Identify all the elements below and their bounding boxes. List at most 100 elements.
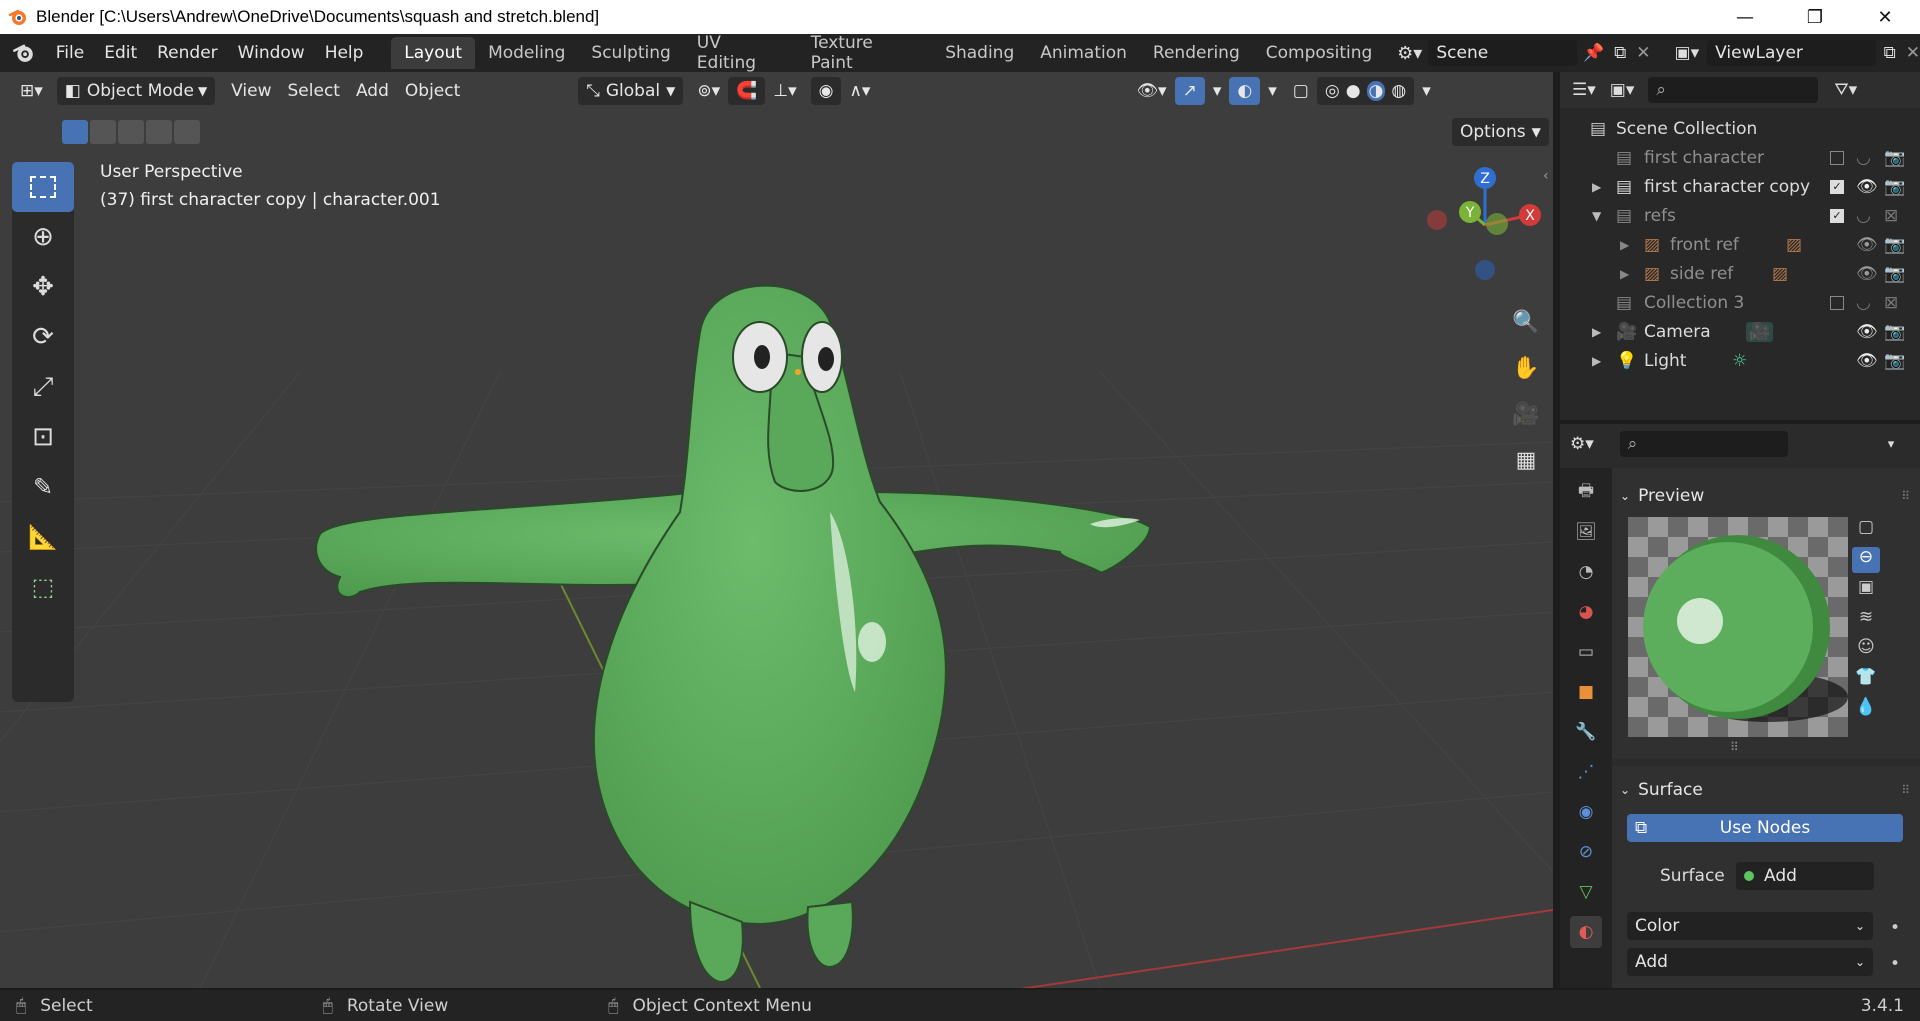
menu-window[interactable]: Window bbox=[228, 34, 315, 72]
navigation-gizmo[interactable]: Z X Y bbox=[1420, 160, 1550, 290]
view-layer-field[interactable]: ViewLayer bbox=[1707, 40, 1876, 66]
preview-flat-icon[interactable]: ▢ bbox=[1852, 517, 1880, 543]
render-camera-icon[interactable]: 📷 bbox=[1884, 351, 1905, 371]
output-properties-tab-icon[interactable]: 🖼 bbox=[1570, 516, 1602, 548]
editor-type-icon[interactable]: ⊞▾ bbox=[12, 77, 51, 105]
outliner-row-side-ref[interactable]: ▶ ▨ side ref ▨ 👁 📷 bbox=[1560, 259, 1920, 288]
menu-add[interactable]: Add bbox=[348, 77, 397, 105]
preview-resize-handle-icon[interactable]: ⠿ bbox=[1730, 740, 1739, 754]
menu-help[interactable]: Help bbox=[315, 34, 374, 72]
add-dropdown[interactable]: Add ⌄ bbox=[1627, 948, 1873, 976]
preview-monkey-icon[interactable]: ☺ bbox=[1852, 637, 1880, 663]
proportional-edit-icon[interactable]: ◉ bbox=[810, 77, 842, 105]
select-subtract-icon[interactable] bbox=[118, 120, 144, 144]
view-layer-icon[interactable]: ▣▾ bbox=[1675, 43, 1700, 63]
render-disabled-icon[interactable]: ⊠ bbox=[1884, 293, 1898, 313]
outliner-row-front-ref[interactable]: ▶ ▨ front ref ▨ 👁 📷 bbox=[1560, 230, 1920, 259]
rendered-shading-icon[interactable]: ◍ bbox=[1391, 81, 1406, 101]
particles-tab-icon[interactable]: ⋰ bbox=[1570, 756, 1602, 788]
eye-icon[interactable]: 👁 bbox=[1856, 322, 1878, 342]
render-camera-icon[interactable]: 📷 bbox=[1884, 148, 1905, 168]
object-mode-dropdown[interactable]: ◧ Object Mode ▼ bbox=[56, 77, 216, 105]
scene-selector-icon[interactable]: ⚙▾ bbox=[1397, 43, 1422, 64]
select-new-icon[interactable] bbox=[62, 120, 88, 144]
drag-handle-icon[interactable]: ⠿ bbox=[1901, 489, 1910, 503]
view-layer-tab-icon[interactable]: ◔ bbox=[1570, 556, 1602, 588]
properties-editor-type-icon[interactable]: ⚙▾ bbox=[1570, 434, 1594, 454]
annotate-tool-icon[interactable]: ✎ bbox=[12, 462, 74, 512]
menu-object[interactable]: Object bbox=[397, 77, 468, 105]
preview-panel-header[interactable]: ⌄ Preview ⠿ bbox=[1610, 480, 1910, 512]
delete-scene-icon[interactable]: ✕ bbox=[1636, 43, 1650, 63]
object-data-tab-icon[interactable]: ▽ bbox=[1570, 876, 1602, 908]
tab-rendering[interactable]: Rendering bbox=[1140, 37, 1253, 69]
eye-icon[interactable]: 👁 bbox=[1856, 177, 1878, 197]
scene-properties-tab-icon[interactable]: ◕ bbox=[1570, 596, 1602, 628]
select-box-tool-icon[interactable] bbox=[12, 162, 74, 212]
eye-icon[interactable]: 👁 bbox=[1856, 264, 1878, 284]
preview-cloth-icon[interactable]: 👕 bbox=[1852, 667, 1880, 693]
wireframe-shading-icon[interactable]: ◎ bbox=[1325, 81, 1340, 101]
minimize-button[interactable]: — bbox=[1710, 0, 1780, 34]
scale-tool-icon[interactable]: ⤢ bbox=[12, 362, 74, 412]
hidden-eye-icon[interactable]: ◡ bbox=[1856, 293, 1871, 313]
menu-file[interactable]: File bbox=[46, 34, 94, 72]
filter-icon[interactable]: ⛛▾ bbox=[1834, 80, 1857, 100]
pivot-point-icon[interactable]: ⊚▾ bbox=[689, 77, 728, 105]
preview-fluid-icon[interactable]: 💧 bbox=[1852, 697, 1880, 723]
menu-view[interactable]: View bbox=[223, 77, 279, 105]
menu-render[interactable]: Render bbox=[147, 34, 228, 72]
modifier-properties-tab-icon[interactable]: 🔧 bbox=[1570, 716, 1602, 748]
render-camera-icon[interactable]: 📷 bbox=[1884, 235, 1905, 255]
physics-tab-icon[interactable]: ◉ bbox=[1570, 796, 1602, 828]
tab-uv-editing[interactable]: UV Editing bbox=[684, 33, 798, 73]
select-invert-icon[interactable] bbox=[146, 120, 172, 144]
render-camera-icon[interactable]: 📷 bbox=[1884, 264, 1905, 284]
surface-shader-field[interactable]: Add bbox=[1736, 862, 1874, 890]
use-nodes-button[interactable]: ⧉ Use Nodes bbox=[1627, 814, 1903, 842]
drag-handle-icon[interactable]: ⠿ bbox=[1901, 783, 1910, 797]
menu-edit[interactable]: Edit bbox=[94, 34, 147, 72]
zoom-icon[interactable]: 🔍 bbox=[1506, 302, 1546, 342]
outliner-search-input[interactable]: ⌕ bbox=[1648, 77, 1819, 103]
outliner-row-light[interactable]: ▶ 💡 Light ☼ 👁 📷 bbox=[1560, 346, 1920, 375]
measure-tool-icon[interactable]: 📐 bbox=[12, 512, 74, 562]
collapse-arrow-icon[interactable]: ▼ bbox=[1592, 209, 1601, 223]
tab-layout[interactable]: Layout bbox=[391, 37, 476, 69]
scene-name-field[interactable]: Scene bbox=[1428, 40, 1577, 66]
tab-shading[interactable]: Shading bbox=[932, 37, 1027, 69]
outliner-editor-type-icon[interactable]: ☰▾ bbox=[1572, 80, 1596, 100]
outliner-row-camera[interactable]: ▶ 🎥 Camera 🎥 👁 📷 bbox=[1560, 317, 1920, 346]
xray-icon[interactable]: ▢ bbox=[1285, 77, 1317, 105]
gizmo-toggle-icon[interactable]: ↗ bbox=[1174, 77, 1205, 105]
cursor-tool-icon[interactable]: ⊕ bbox=[12, 212, 74, 262]
color-socket-dot-icon[interactable]: • bbox=[1890, 918, 1900, 938]
eye-icon[interactable]: 👁 bbox=[1856, 235, 1878, 255]
outliner-row-first-character[interactable]: ▤ first character ◡ 📷 bbox=[1560, 143, 1920, 172]
transform-tool-icon[interactable]: ⊡ bbox=[12, 412, 74, 462]
hidden-eye-icon[interactable]: ◡ bbox=[1856, 148, 1871, 168]
solid-shading-icon[interactable]: ● bbox=[1346, 81, 1361, 101]
tab-modeling[interactable]: Modeling bbox=[475, 37, 578, 69]
eye-icon[interactable]: 👁 bbox=[1856, 351, 1878, 371]
render-properties-tab-icon[interactable]: 🖶 bbox=[1570, 476, 1602, 508]
orientation-dropdown[interactable]: ⤡ Global ▼ bbox=[578, 77, 684, 105]
snap-target-icon[interactable]: ⊥▾ bbox=[765, 77, 804, 105]
color-dropdown[interactable]: Color ⌄ bbox=[1627, 912, 1873, 940]
expand-arrow-icon[interactable]: ▶ bbox=[1592, 325, 1601, 339]
snap-icon[interactable]: 🧲 bbox=[728, 77, 766, 105]
outliner-row-collection-3[interactable]: ▤ Collection 3 ◡ ⊠ bbox=[1560, 288, 1920, 317]
render-camera-icon[interactable]: 📷 bbox=[1884, 177, 1905, 197]
display-mode-icon[interactable]: ▣▾ bbox=[1610, 80, 1635, 100]
pan-hand-icon[interactable]: ✋ bbox=[1506, 348, 1546, 388]
properties-search-input[interactable]: ⌕ bbox=[1619, 431, 1788, 457]
move-tool-icon[interactable]: ✥ bbox=[12, 262, 74, 312]
overlay-toggle-icon[interactable]: ◐ bbox=[1229, 77, 1261, 105]
sidebar-toggle-icon[interactable]: ‹ bbox=[1543, 168, 1549, 184]
select-extend-icon[interactable] bbox=[90, 120, 116, 144]
maximize-button[interactable]: ❐ bbox=[1780, 0, 1850, 34]
object-properties-tab-icon[interactable]: ■ bbox=[1570, 676, 1602, 708]
surface-panel-header[interactable]: ⌄ Surface ⠿ bbox=[1610, 774, 1910, 806]
outliner-root-row[interactable]: ▤ Scene Collection bbox=[1560, 114, 1920, 143]
tab-animation[interactable]: Animation bbox=[1027, 37, 1140, 69]
